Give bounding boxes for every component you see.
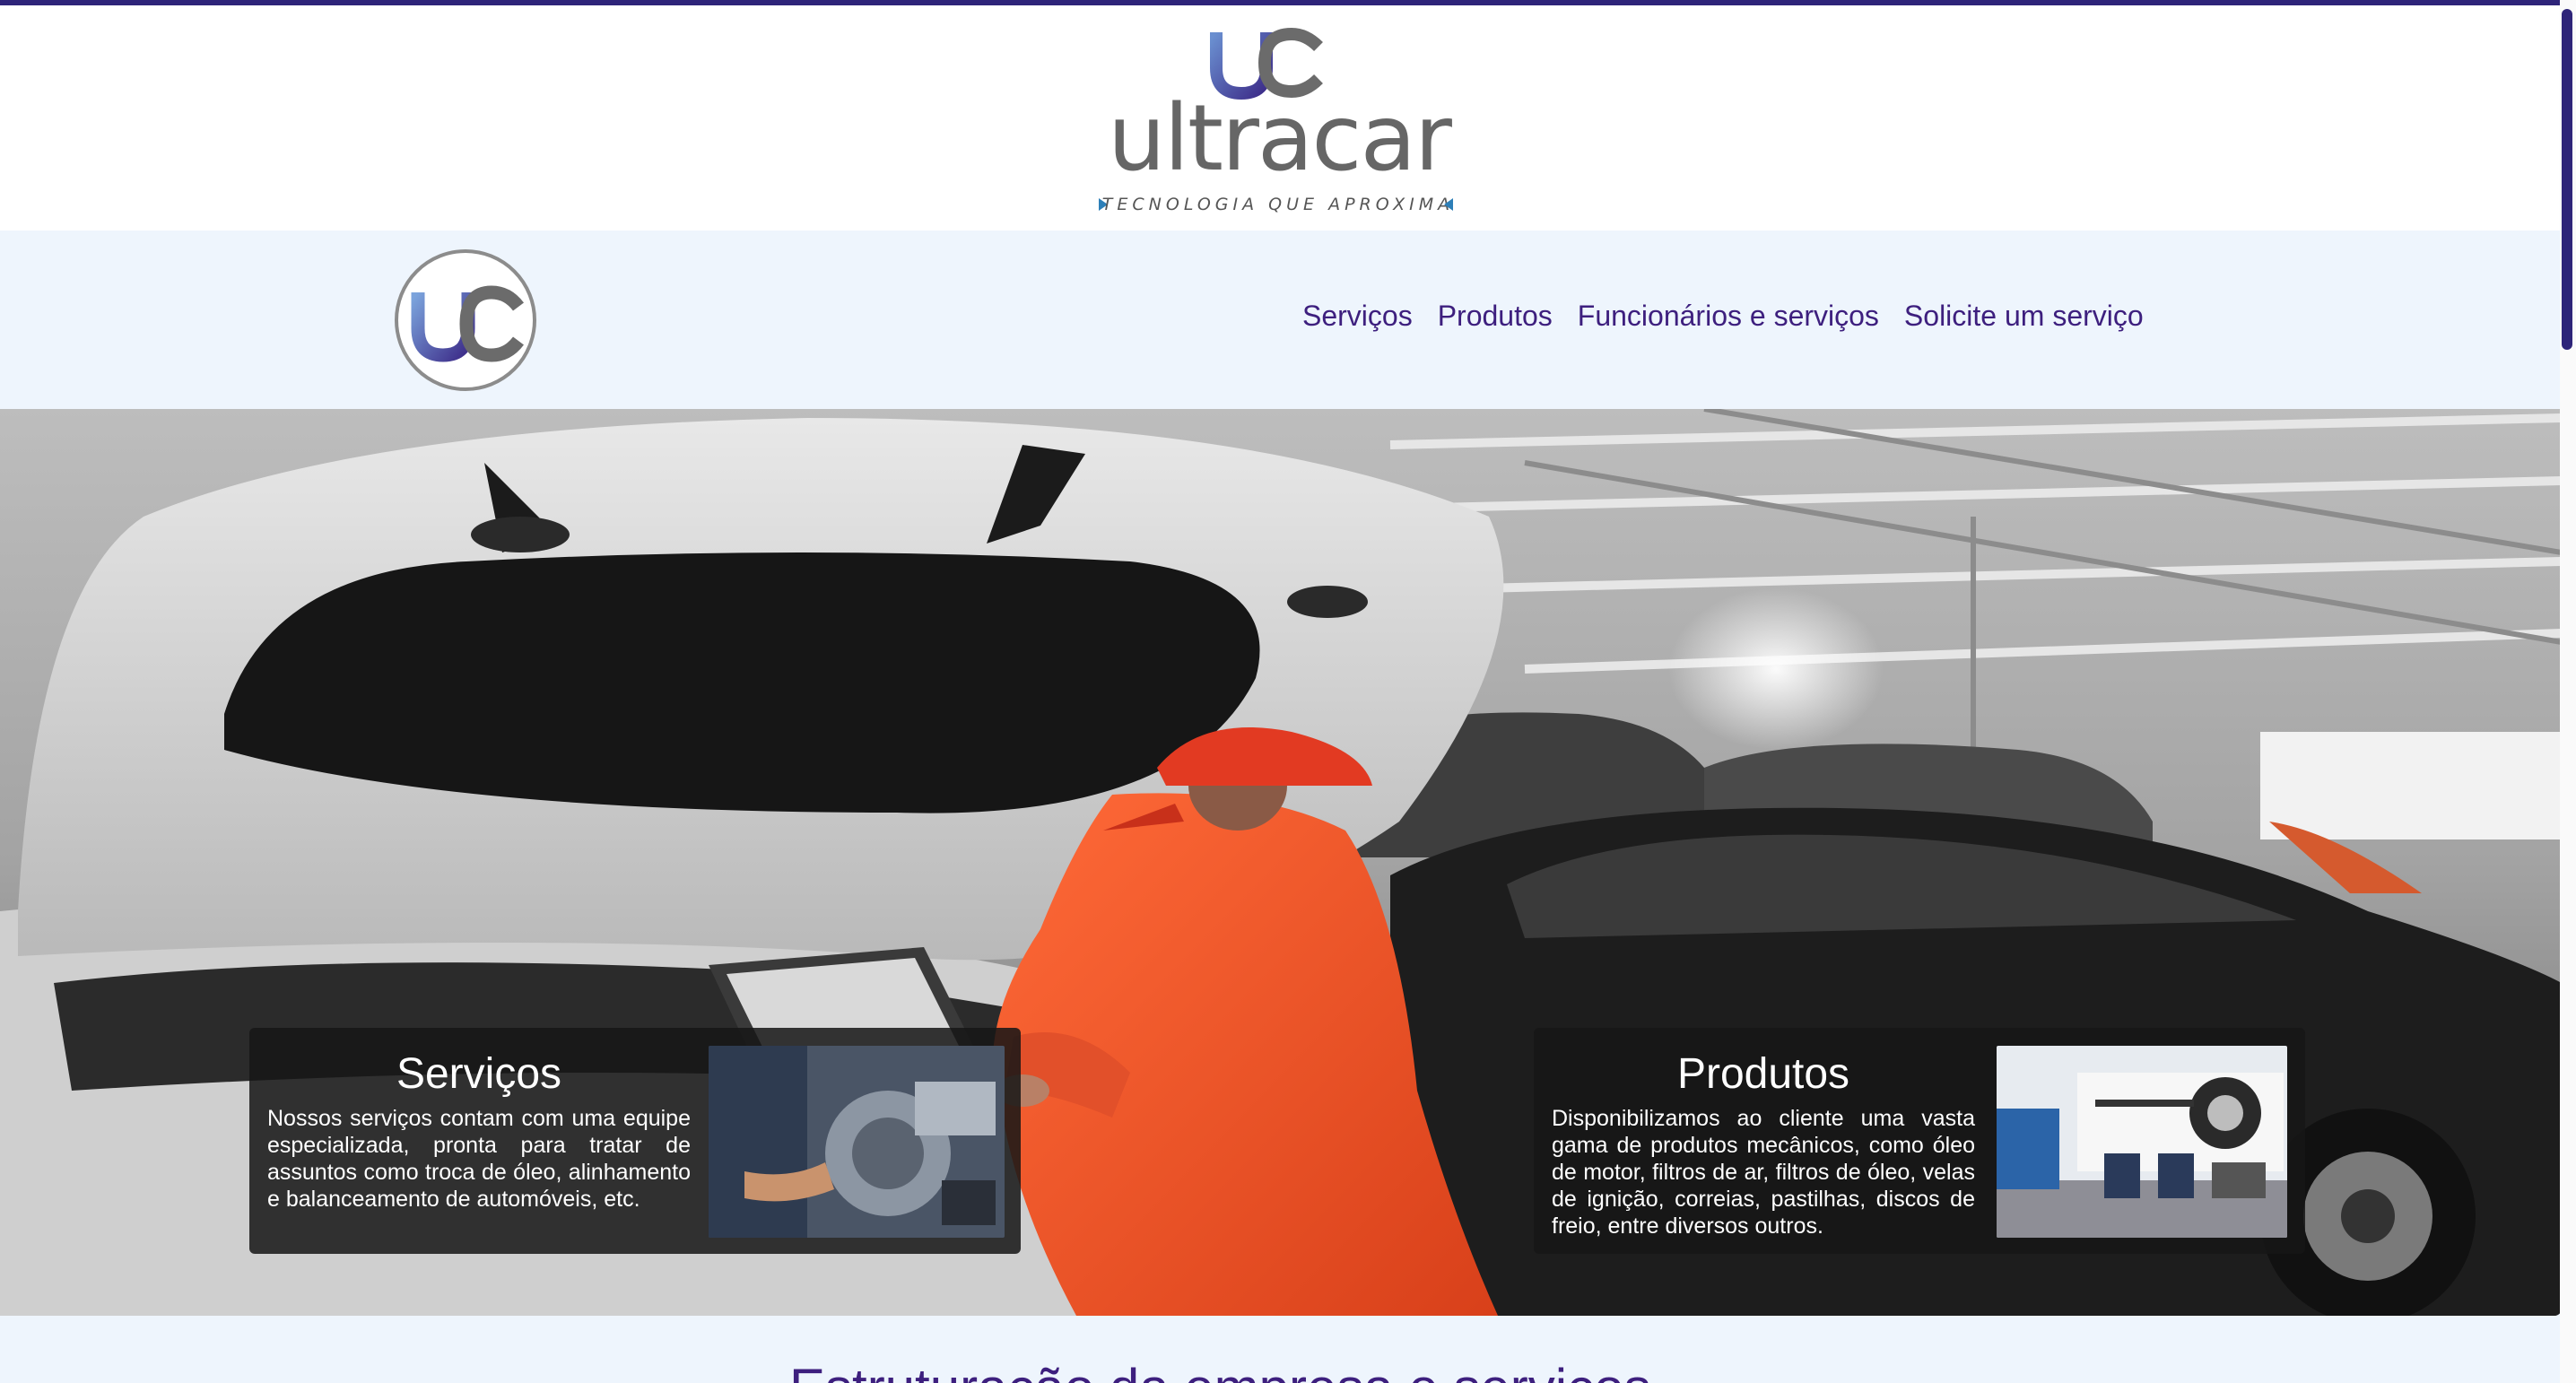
brand-tagline: TECNOLOGIA QUE APROXIMA: [1101, 195, 1455, 214]
nav-link-produtos[interactable]: Produtos: [1438, 300, 1553, 333]
products-card-title: Produtos: [1676, 1050, 1850, 1098]
tire-shop-photo: [1997, 1046, 2287, 1238]
section-heading: Estruturação da empresa e serviços: [789, 1361, 1776, 1383]
products-card-text: Disponibilizamos ao cliente uma vasta ga…: [1552, 1106, 1975, 1239]
services-card-text: Nossos serviços contam com uma equipe es…: [267, 1106, 691, 1212]
products-card[interactable]: Produtos Disponibilizamos ao cliente uma…: [1534, 1028, 2305, 1254]
nav-link-funcionarios[interactable]: Funcionários e serviços: [1578, 300, 1879, 333]
services-card[interactable]: Serviços Nossos serviços contam com uma …: [249, 1028, 1021, 1254]
services-card-image: [709, 1046, 1005, 1238]
nav-menu: Serviços Produtos Funcionários e serviço…: [1302, 300, 2144, 333]
products-card-image: [1997, 1046, 2287, 1238]
hero-banner: Serviços Nossos serviços contam com uma …: [0, 409, 2562, 1316]
nav-link-servicos[interactable]: Serviços: [1302, 300, 1413, 333]
page-scrollbar-thumb[interactable]: [2562, 9, 2572, 350]
nav-link-solicite[interactable]: Solicite um serviço: [1904, 300, 2144, 333]
brand-wordmark: ultracar: [1108, 85, 1452, 192]
tagline-right-arrow-icon: [1444, 198, 1453, 211]
services-card-title: Serviços: [396, 1050, 562, 1098]
nav-logo[interactable]: [395, 249, 536, 391]
navigation-bar: [0, 230, 2560, 410]
engine-repair-photo: [709, 1046, 1005, 1238]
uc-logo-icon: [411, 285, 524, 362]
